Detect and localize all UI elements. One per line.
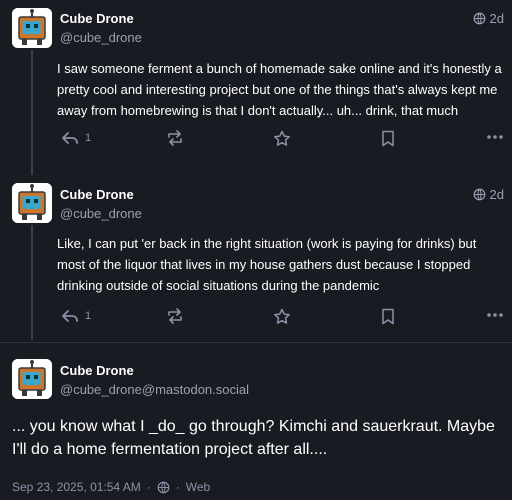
post-time[interactable]: 2d bbox=[473, 187, 504, 202]
reply-button[interactable]: 1 bbox=[61, 130, 91, 146]
boost-icon bbox=[168, 308, 182, 324]
relative-time: 2d bbox=[489, 11, 504, 26]
post-meta: Sep 23, 2025, 01:54 AM · · Web bbox=[12, 480, 210, 494]
bookmark-icon bbox=[382, 308, 394, 325]
boost-button[interactable] bbox=[166, 308, 184, 324]
favourite-button[interactable] bbox=[273, 308, 291, 325]
bookmark-icon bbox=[382, 130, 394, 147]
reply-button[interactable]: 1 bbox=[61, 308, 91, 324]
avatar[interactable] bbox=[12, 359, 52, 399]
reply-count: 1 bbox=[85, 132, 92, 144]
boost-button[interactable] bbox=[166, 130, 184, 146]
post-time[interactable]: 2d bbox=[473, 11, 504, 26]
relative-time: 2d bbox=[489, 187, 504, 202]
display-name[interactable]: Cube Drone bbox=[60, 11, 134, 26]
favourite-button[interactable] bbox=[273, 130, 291, 147]
status-post[interactable]: Cube Drone @cube_drone 2d I saw someone … bbox=[0, 0, 512, 165]
post-content: Like, I can put 'er back in the right si… bbox=[57, 236, 477, 293]
more-icon bbox=[487, 313, 503, 317]
account-handle[interactable]: @cube_drone bbox=[60, 206, 142, 221]
client-app: Web bbox=[185, 480, 211, 494]
post-actions: 1 bbox=[57, 308, 507, 332]
reply-icon bbox=[62, 132, 78, 144]
bookmark-button[interactable] bbox=[381, 308, 395, 325]
avatar[interactable] bbox=[12, 8, 52, 48]
star-icon bbox=[274, 308, 290, 324]
display-name[interactable]: Cube Drone bbox=[60, 187, 134, 202]
more-icon bbox=[487, 135, 503, 139]
avatar[interactable] bbox=[12, 183, 52, 223]
more-button[interactable] bbox=[487, 134, 503, 140]
reply-icon bbox=[62, 310, 78, 322]
boost-icon bbox=[168, 130, 182, 146]
post-actions: 1 bbox=[57, 130, 507, 154]
star-icon bbox=[274, 130, 290, 146]
account-handle[interactable]: @cube_drone bbox=[60, 30, 142, 45]
more-button[interactable] bbox=[487, 312, 503, 318]
focused-status: Cube Drone @cube_drone@mastodon.social .… bbox=[0, 343, 512, 500]
display-name[interactable]: Cube Drone bbox=[60, 363, 134, 378]
globe-icon bbox=[473, 188, 485, 201]
bookmark-button[interactable] bbox=[381, 130, 395, 147]
post-content: I saw someone ferment a bunch of homemad… bbox=[57, 61, 502, 118]
meta-separator: · bbox=[175, 480, 180, 494]
thread-line bbox=[31, 165, 33, 175]
post-content: ... you know what I _do_ go through? Kim… bbox=[12, 418, 495, 458]
status-post[interactable]: Cube Drone @cube_drone 2d Like, I can pu… bbox=[0, 165, 512, 340]
globe-icon bbox=[473, 12, 485, 25]
globe-icon bbox=[157, 481, 170, 493]
cube-drone-avatar-icon bbox=[12, 359, 52, 399]
account-handle[interactable]: @cube_drone@mastodon.social bbox=[60, 382, 249, 397]
meta-separator: · bbox=[146, 480, 151, 494]
cube-drone-avatar-icon bbox=[12, 8, 52, 48]
reply-count: 1 bbox=[85, 310, 92, 322]
thread-line bbox=[31, 50, 33, 165]
cube-drone-avatar-icon bbox=[12, 183, 52, 223]
post-timestamp[interactable]: Sep 23, 2025, 01:54 AM bbox=[12, 480, 141, 494]
thread-line bbox=[31, 225, 33, 340]
